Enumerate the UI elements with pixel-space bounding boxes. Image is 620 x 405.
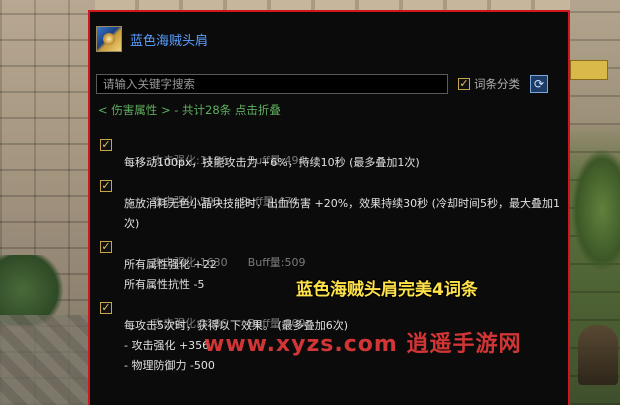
entry-checkbox[interactable]: ✓	[100, 302, 112, 314]
entry-checkbox[interactable]: ✓	[100, 139, 112, 151]
item-header: 蓝色海贼头肩	[96, 24, 208, 54]
category-checkbox[interactable]: ✓	[458, 78, 470, 90]
search-input[interactable]	[96, 74, 448, 94]
watermark: www.xyzs.com 逍遥手游网	[204, 332, 522, 357]
entry-line: - 物理防御力 -500	[124, 359, 215, 372]
entry-buff: Buff量:509	[247, 256, 306, 269]
background-sign	[570, 60, 608, 80]
background-scene-right	[570, 0, 620, 405]
background-character	[578, 325, 618, 385]
entry-checkbox[interactable]: ✓	[100, 180, 112, 192]
entry-line: 每移动100px，技能攻击力 +6%，持续10秒 (最多叠加1次)	[124, 156, 420, 169]
entry-checkbox[interactable]: ✓	[100, 241, 112, 253]
background-tree	[572, 150, 620, 270]
background-wall-left	[0, 0, 95, 405]
list-item: ✓ 攻击强化:1186 Buff量:494 每移动100px，技能攻击力 +6%，…	[98, 137, 564, 173]
category-label: 词条分类	[474, 77, 520, 91]
refresh-icon[interactable]: ⟳	[530, 75, 548, 93]
list-item: ✓ 攻击强化:593 Buff量:474 施放消耗无色小晶块技能时，出血伤害 +2…	[98, 178, 564, 234]
overlay-title: 蓝色海贼头肩完美4词条	[296, 280, 478, 300]
category-toggle[interactable]: ✓ 词条分类	[458, 76, 520, 92]
section-summary-toggle[interactable]: < 伤害属性 > - 共计28条 点击折叠	[98, 102, 281, 118]
entry-line: 施放消耗无色小晶块技能时，出血伤害 +20%，效果持续30秒 (冷却时间5秒，最…	[124, 197, 560, 230]
entry-line: 所有属性强化 +22	[124, 258, 217, 271]
item-name: 蓝色海贼头肩	[130, 33, 209, 49]
pirate-shoulder-item-icon	[96, 26, 122, 52]
background-stones	[0, 315, 95, 405]
search-row: ✓ 词条分类 ⟳	[96, 73, 564, 95]
